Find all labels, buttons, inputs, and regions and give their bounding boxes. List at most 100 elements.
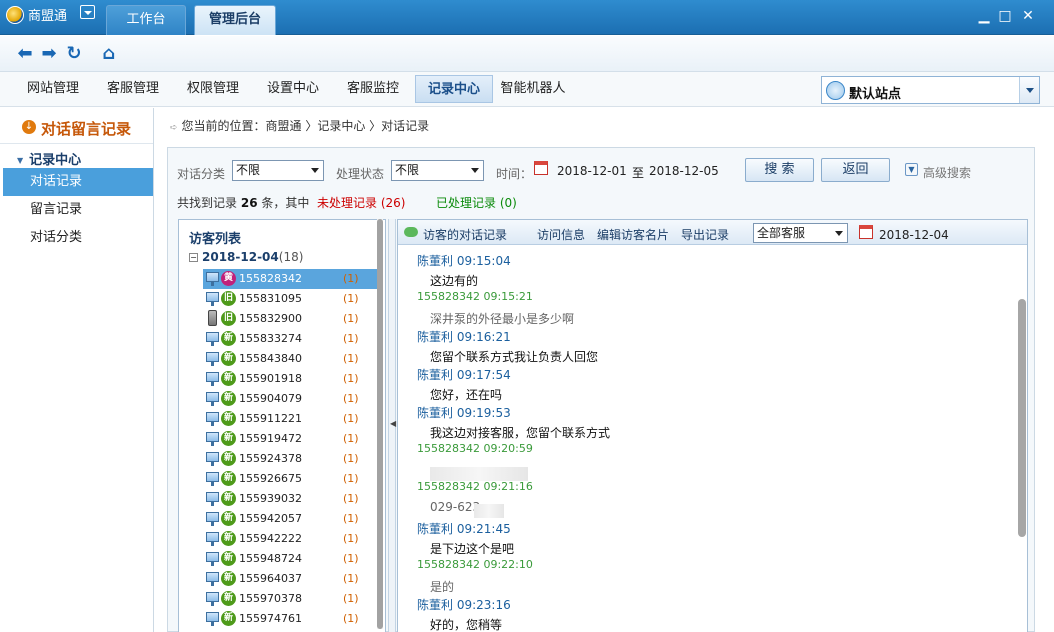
- date-to[interactable]: 2018-12-05: [649, 164, 719, 178]
- visitor-id: 155904079: [239, 392, 302, 405]
- visitor-type-badge: 新: [221, 351, 236, 366]
- menu-service-manage[interactable]: 客服管理: [97, 75, 169, 103]
- message-header: 陈董利 09:21:45: [417, 522, 511, 536]
- return-button[interactable]: 返回: [821, 158, 890, 182]
- collapse-icon[interactable]: −: [189, 253, 198, 262]
- visitor-id: 155974761: [239, 612, 302, 625]
- status-select[interactable]: 不限: [391, 160, 484, 181]
- visitor-row[interactable]: 新 155911221 (1): [203, 409, 381, 429]
- mobile-phone-icon: [208, 310, 217, 326]
- tab-export-records[interactable]: 导出记录: [681, 226, 729, 243]
- search-button[interactable]: 搜 索: [745, 158, 814, 182]
- visitor-row[interactable]: 新 155926675 (1): [203, 469, 381, 489]
- visitor-type-badge: 新: [221, 331, 236, 346]
- menu-site-manage[interactable]: 网站管理: [17, 75, 89, 103]
- tab-edit-visitor-card[interactable]: 编辑访客名片: [597, 226, 669, 243]
- menu-permission-manage[interactable]: 权限管理: [177, 75, 249, 103]
- conversation-scrollbar[interactable]: [1018, 299, 1026, 537]
- visitor-row[interactable]: 新 155942222 (1): [203, 529, 381, 549]
- tab-visitor-chat[interactable]: 访客的对话记录: [423, 226, 507, 243]
- menu-record-center[interactable]: 记录中心: [415, 75, 493, 103]
- menu-service-monitor[interactable]: 客服监控: [337, 75, 409, 103]
- main-menu: 网站管理 客服管理 权限管理 设置中心 客服监控 记录中心 智能机器人 默认站点: [0, 72, 1054, 107]
- visitor-list: 访客列表 −2018-12-04(18) 黄 155828342 (1) 旧 15583…: [178, 219, 386, 632]
- computer-monitor-icon: [206, 512, 219, 526]
- close-icon[interactable]: ✕: [1021, 9, 1035, 23]
- visitor-id: 155948724: [239, 552, 302, 565]
- menu-settings-center[interactable]: 设置中心: [257, 75, 329, 103]
- processed-count[interactable]: 已处理记录 (0): [436, 196, 517, 210]
- message-body: 深井泵的外径最小是多少啊: [430, 312, 575, 326]
- home-icon[interactable]: ⌂: [100, 45, 118, 63]
- maximize-icon[interactable]: □: [998, 9, 1012, 23]
- category-label: 对话分类: [177, 167, 226, 181]
- visitor-row[interactable]: 新 155924378 (1): [203, 449, 381, 469]
- app-logo-icon: [6, 6, 24, 24]
- visitor-id: 155828342: [239, 272, 302, 285]
- minimize-icon[interactable]: ▁: [977, 9, 991, 23]
- advanced-search-icon[interactable]: ▼: [905, 163, 918, 176]
- app-menu-button[interactable]: [80, 5, 95, 19]
- calendar-icon[interactable]: [859, 225, 873, 239]
- visitor-row[interactable]: 新 155901918 (1): [203, 369, 381, 389]
- collapse-left-icon[interactable]: ◀: [390, 419, 396, 428]
- menu-smart-robot[interactable]: 智能机器人: [497, 75, 569, 103]
- computer-monitor-icon: [206, 292, 219, 306]
- visitor-row[interactable]: 新 155948724 (1): [203, 549, 381, 569]
- advanced-search-link[interactable]: 高级搜索: [923, 164, 971, 181]
- sidebar-group-record-center[interactable]: 记录中心: [17, 149, 81, 168]
- visitor-list-scrollbar[interactable]: [377, 219, 383, 629]
- conversation-date[interactable]: 2018-12-04: [879, 228, 949, 242]
- visitor-chat-count: (1): [343, 352, 359, 365]
- site-select[interactable]: 默认站点: [821, 76, 1040, 104]
- visitor-date-count: (18): [278, 250, 304, 264]
- visitor-chat-count: (1): [343, 432, 359, 445]
- computer-monitor-icon: [206, 332, 219, 346]
- sidebar: ↓ 对话留言记录 记录中心 对话记录 留言记录 对话分类: [0, 108, 154, 632]
- visitor-row[interactable]: 新 155919472 (1): [203, 429, 381, 449]
- visitor-chat-count: (1): [343, 412, 359, 425]
- refresh-icon[interactable]: ↻: [65, 45, 83, 63]
- tab-admin[interactable]: 管理后台: [194, 5, 276, 35]
- visitor-row[interactable]: 新 155942057 (1): [203, 509, 381, 529]
- agent-filter-select[interactable]: 全部客服: [753, 223, 848, 243]
- computer-monitor-icon: [206, 552, 219, 566]
- sidebar-item-message-records[interactable]: 留言记录: [3, 196, 153, 224]
- visitor-row[interactable]: 黄 155828342 (1): [203, 269, 381, 289]
- visitor-row[interactable]: 新 155974761 (1): [203, 609, 381, 629]
- visitor-row[interactable]: 新 155843840 (1): [203, 349, 381, 369]
- unprocessed-count[interactable]: 未处理记录 (26): [317, 196, 405, 210]
- visitor-chat-count: (1): [343, 592, 359, 605]
- message-body: 是的: [430, 580, 455, 594]
- visitor-row[interactable]: 新 155833274 (1): [203, 329, 381, 349]
- tab-workbench[interactable]: 工作台: [106, 5, 186, 35]
- tab-visit-info[interactable]: 访问信息: [537, 226, 585, 243]
- forward-arrow-icon[interactable]: ➡: [40, 45, 58, 63]
- visitor-type-badge: 新: [221, 611, 236, 626]
- visitor-row[interactable]: 新 155939032 (1): [203, 489, 381, 509]
- scrollbar-thumb[interactable]: [377, 219, 383, 629]
- visitor-row[interactable]: 旧 155831095 (1): [203, 289, 381, 309]
- sidebar-item-chat-categories[interactable]: 对话分类: [3, 224, 153, 252]
- summary-prefix: 共找到记录: [177, 196, 238, 210]
- visitor-row[interactable]: 新 155970378 (1): [203, 589, 381, 609]
- chevron-down-icon[interactable]: [1019, 77, 1039, 103]
- visitor-row[interactable]: 旧 155832900 (1): [203, 309, 381, 329]
- calendar-icon[interactable]: [534, 161, 548, 175]
- computer-monitor-icon: [206, 592, 219, 606]
- category-select[interactable]: 不限: [232, 160, 324, 181]
- message-header: 155828342 09:15:21: [417, 290, 533, 303]
- computer-monitor-icon: [206, 472, 219, 486]
- visitor-date-group[interactable]: −2018-12-04(18): [189, 250, 303, 264]
- sidebar-item-chat-records[interactable]: 对话记录: [3, 168, 153, 196]
- back-arrow-icon[interactable]: ⬅: [16, 45, 34, 63]
- computer-monitor-icon: [206, 372, 219, 386]
- date-from[interactable]: 2018-12-01: [557, 164, 627, 178]
- visitor-id: 155831095: [239, 292, 302, 305]
- panel-splitter[interactable]: ◀: [388, 219, 396, 632]
- visitor-row[interactable]: 新 155904079 (1): [203, 389, 381, 409]
- visitor-chat-count: (1): [343, 332, 359, 345]
- visitor-type-badge: 新: [221, 591, 236, 606]
- breadcrumb: ➪ 您当前的位置：商盟通 〉记录中心 〉对话记录: [170, 117, 429, 134]
- visitor-row[interactable]: 新 155964037 (1): [203, 569, 381, 589]
